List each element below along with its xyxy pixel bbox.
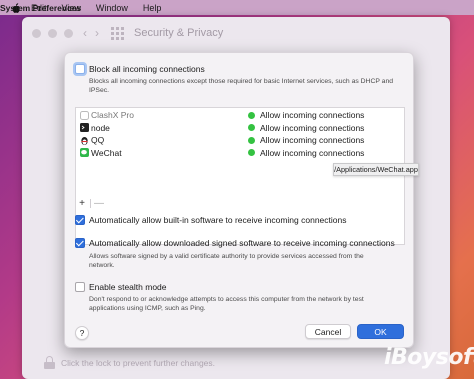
add-remove-controls: + — (77, 198, 104, 209)
status-dot-icon (248, 149, 255, 157)
ok-button[interactable]: OK (357, 324, 404, 339)
lock-text: Click the lock to prevent further change… (61, 357, 216, 368)
list-item[interactable]: WeChat Allow incoming connections (76, 147, 404, 160)
status-dot-icon (248, 124, 255, 132)
stealth-description: Don't respond to or acknowledge attempts… (89, 296, 364, 312)
app-status[interactable]: Allow incoming connections (248, 148, 364, 158)
auto-signed-description: Allows software signed by a valid certif… (89, 253, 364, 269)
block-all-label: Block all incoming connections (89, 64, 205, 74)
close-window-button[interactable] (32, 28, 41, 38)
app-status[interactable]: Allow incoming connections (248, 123, 364, 133)
zoom-window-button[interactable] (64, 28, 73, 38)
cancel-button[interactable]: Cancel (305, 324, 351, 339)
lock-icon[interactable] (44, 356, 55, 369)
app-status[interactable]: Allow incoming connections (248, 135, 364, 145)
status-dot-icon (248, 111, 255, 119)
wechat-icon (80, 148, 89, 158)
list-item[interactable]: QQ Allow incoming connections (76, 134, 404, 147)
block-all-description: Blocks all incoming connections except t… (89, 78, 393, 94)
auto-builtin-checkbox[interactable] (75, 215, 85, 225)
app-path-tooltip: /Applications/WeChat.app (333, 163, 419, 176)
auto-signed-option[interactable]: Automatically allow downloaded signed so… (75, 238, 395, 248)
app-name: node (91, 122, 110, 133)
block-all-checkbox[interactable] (75, 64, 85, 74)
status-label: Allow incoming connections (260, 110, 365, 121)
qq-penguin-icon (80, 136, 89, 145)
auto-builtin-option[interactable]: Automatically allow built-in software to… (75, 215, 346, 225)
show-all-grid-icon[interactable] (111, 26, 124, 40)
menu-bar: System Preferences Edit View Window Help (0, 0, 474, 15)
auto-builtin-label: Automatically allow built-in software to… (89, 215, 347, 225)
stealth-label: Enable stealth mode (89, 282, 167, 292)
add-app-button[interactable]: + (77, 198, 87, 209)
window-title: Security & Privacy (134, 27, 224, 39)
app-name: ClashX Pro (91, 110, 134, 121)
window-toolbar: ‹ › Security & Privacy (22, 17, 450, 49)
remove-app-button[interactable]: — (94, 198, 104, 209)
help-button[interactable]: ? (75, 326, 89, 340)
status-dot-icon (248, 136, 255, 144)
app-name: QQ (91, 135, 105, 146)
divider (90, 199, 91, 208)
list-item[interactable]: node Allow incoming connections (76, 122, 404, 135)
clashx-icon (80, 110, 89, 120)
block-all-option[interactable]: Block all incoming connections (75, 64, 205, 74)
stealth-checkbox[interactable] (75, 282, 85, 292)
back-icon[interactable]: ‹ (83, 26, 87, 40)
lock-area[interactable]: Click the lock to prevent further change… (44, 356, 215, 369)
stealth-option[interactable]: Enable stealth mode (75, 282, 167, 292)
terminal-icon (80, 123, 89, 133)
status-label: Allow incoming connections (260, 135, 365, 146)
status-label: Allow incoming connections (260, 147, 365, 158)
watermark-logo: iBoysoft (384, 345, 474, 370)
menu-app[interactable]: System Preferences (0, 1, 474, 14)
list-item[interactable]: ClashX Pro Allow incoming connections (76, 109, 404, 122)
forward-icon[interactable]: › (95, 26, 99, 40)
auto-signed-label: Automatically allow downloaded signed so… (89, 238, 395, 248)
auto-signed-checkbox[interactable] (75, 238, 85, 248)
firewall-options-dialog: Block all incoming connections Blocks al… (64, 52, 419, 348)
status-label: Allow incoming connections (260, 122, 365, 133)
minimize-window-button[interactable] (48, 28, 57, 38)
app-status[interactable]: Allow incoming connections (248, 110, 364, 120)
app-name: WeChat (91, 147, 122, 158)
